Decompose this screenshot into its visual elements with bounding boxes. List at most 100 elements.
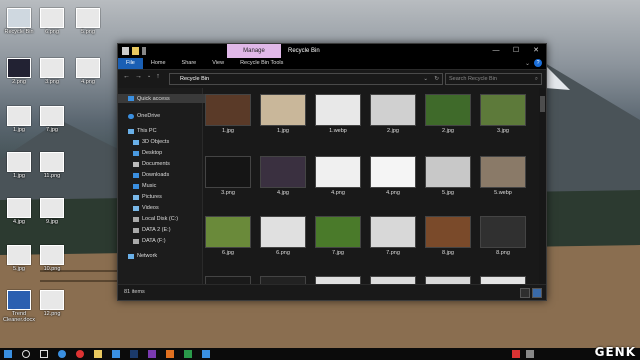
desktop-icon-file[interactable]: 4.jpg	[1, 198, 37, 225]
app-icon[interactable]	[202, 350, 210, 358]
nav-item-quick-access[interactable]: Quick access	[118, 94, 208, 103]
file-item[interactable]: 1.jpg	[204, 94, 252, 134]
desktop-icon-file[interactable]: 7.jpg	[34, 106, 70, 133]
file-item[interactable]: 8.jpg	[424, 216, 472, 256]
tab-share[interactable]: Share	[174, 58, 205, 69]
refresh-icon[interactable]: ↻	[434, 74, 439, 84]
nav-item-network[interactable]: Network	[128, 253, 157, 259]
file-item[interactable]: 4.png	[369, 156, 417, 196]
file-item[interactable]	[479, 276, 527, 284]
dropdown-icon[interactable]	[142, 47, 146, 55]
chevron-down-icon[interactable]: ⌄	[525, 60, 530, 67]
music-note-icon	[133, 183, 139, 189]
chrome-icon[interactable]	[76, 350, 84, 358]
address-dropdown-icon[interactable]: ⌄	[423, 74, 428, 84]
desktop-icon-file[interactable]: 11.png	[34, 152, 70, 179]
image-file-icon	[40, 58, 64, 78]
photoshop-icon[interactable]	[130, 350, 138, 358]
file-item[interactable]: 7.png	[369, 216, 417, 256]
nav-item-this-pc[interactable]: This PC	[128, 128, 157, 134]
nav-item-data2-e[interactable]: DATA 2 (E:)	[133, 227, 171, 233]
file-item[interactable]: 1.jpg	[259, 94, 307, 134]
nav-item-onedrive[interactable]: OneDrive	[128, 113, 160, 119]
desktop-icon-file[interactable]: 5.jpg	[1, 245, 37, 272]
desktop-icon-file[interactable]: 5.png	[70, 8, 106, 35]
file-item[interactable]: 5.jpg	[424, 156, 472, 196]
search-input[interactable]: Search Recycle Bin ⌕	[445, 73, 542, 85]
desktop-icon-file[interactable]: 9.jpg	[34, 198, 70, 225]
close-button[interactable]: ✕	[526, 44, 546, 58]
app-icon[interactable]	[526, 350, 534, 358]
ribbon-tabs: File Home Share View Recycle Bin Tools ⌄…	[118, 58, 546, 70]
file-name: 4.png	[386, 190, 400, 196]
nav-item-local-disk-c[interactable]: Local Disk (C:)	[133, 216, 178, 222]
file-item[interactable]: 3.png	[204, 156, 252, 196]
vertical-scrollbar[interactable]	[539, 88, 546, 284]
tab-manage[interactable]: Manage	[227, 44, 281, 58]
nav-item-documents[interactable]: Documents	[133, 161, 170, 167]
file-item[interactable]	[204, 276, 252, 284]
tab-file[interactable]: File	[118, 58, 143, 69]
file-item[interactable]: 2.jpg	[424, 94, 472, 134]
forward-arrow-icon[interactable]: →	[135, 73, 142, 80]
file-item[interactable]: 8.png	[479, 216, 527, 256]
desktop-icon-file[interactable]: 6.png	[34, 8, 70, 35]
desktop-icon-file[interactable]: 4.png	[70, 58, 106, 85]
details-view-icon[interactable]	[520, 288, 530, 298]
new-folder-icon[interactable]	[132, 47, 139, 55]
help-icon[interactable]: ?	[534, 59, 542, 67]
desktop-icon-file[interactable]: 3.png	[34, 58, 70, 85]
properties-icon[interactable]	[122, 47, 129, 55]
file-item[interactable]: 4.jpg	[259, 156, 307, 196]
file-item[interactable]: 4.png	[314, 156, 362, 196]
minimize-button[interactable]: —	[486, 44, 506, 58]
desktop-icon-recycle-bin[interactable]: Recycle Bin	[1, 8, 37, 35]
app-icon[interactable]	[148, 350, 156, 358]
store-icon[interactable]	[112, 350, 120, 358]
desktop-icon-file[interactable]: 1.jpg	[1, 152, 37, 179]
recent-locations-icon[interactable]: ⌄	[147, 73, 151, 80]
file-thumbnail	[260, 216, 306, 248]
tab-view[interactable]: View	[204, 58, 232, 69]
file-item[interactable]: 3.jpg	[479, 94, 527, 134]
app-icon[interactable]	[184, 350, 192, 358]
back-arrow-icon[interactable]: ←	[123, 73, 130, 80]
desktop-icon-file[interactable]: 10.png	[34, 245, 70, 272]
scrollbar-thumb[interactable]	[540, 96, 545, 112]
nav-item-videos[interactable]: Videos	[133, 205, 159, 211]
file-item[interactable]: 1.webp	[314, 94, 362, 134]
address-bar[interactable]: Recycle Bin ⌄ ↻	[169, 73, 443, 85]
search-icon[interactable]	[22, 350, 30, 358]
taskbar: GENK	[0, 345, 640, 360]
vivaldi-icon[interactable]	[512, 350, 520, 358]
windows-start-icon[interactable]	[4, 350, 12, 358]
file-item[interactable]	[314, 276, 362, 284]
up-arrow-icon[interactable]: ↑	[156, 73, 160, 80]
file-item[interactable]: 6.png	[259, 216, 307, 256]
tab-home[interactable]: Home	[143, 58, 174, 69]
desktop-icon-file[interactable]: Trend Cleaner.docx	[1, 290, 37, 323]
nav-item-music[interactable]: Music	[133, 183, 156, 189]
nav-item-data-f[interactable]: DATA (F:)	[133, 238, 166, 244]
file-item[interactable]: 2.jpg	[369, 94, 417, 134]
desktop-icon-file[interactable]: 1.jpg	[1, 106, 37, 133]
file-item[interactable]	[424, 276, 472, 284]
nav-item-desktop[interactable]: Desktop	[133, 150, 162, 156]
app-icon[interactable]	[166, 350, 174, 358]
file-explorer-icon[interactable]	[94, 350, 102, 358]
desktop-icon-file[interactable]: 2.png	[1, 58, 37, 85]
nav-item-downloads[interactable]: Downloads	[133, 172, 169, 178]
nav-item-pictures[interactable]: Pictures	[133, 194, 162, 200]
file-item[interactable]	[369, 276, 417, 284]
file-item[interactable]: 6.jpg	[204, 216, 252, 256]
tab-recycle-bin-tools[interactable]: Recycle Bin Tools	[232, 58, 291, 69]
desktop-icon-file[interactable]: 12.png	[34, 290, 70, 317]
file-item[interactable]	[259, 276, 307, 284]
file-item[interactable]: 5.webp	[479, 156, 527, 196]
file-item[interactable]: 7.jpg	[314, 216, 362, 256]
edge-icon[interactable]	[58, 350, 66, 358]
nav-item-3d-objects[interactable]: 3D Objects	[133, 139, 169, 145]
task-view-icon[interactable]	[40, 350, 48, 358]
large-icons-view-icon[interactable]	[532, 288, 542, 298]
maximize-button[interactable]: ☐	[506, 44, 526, 58]
